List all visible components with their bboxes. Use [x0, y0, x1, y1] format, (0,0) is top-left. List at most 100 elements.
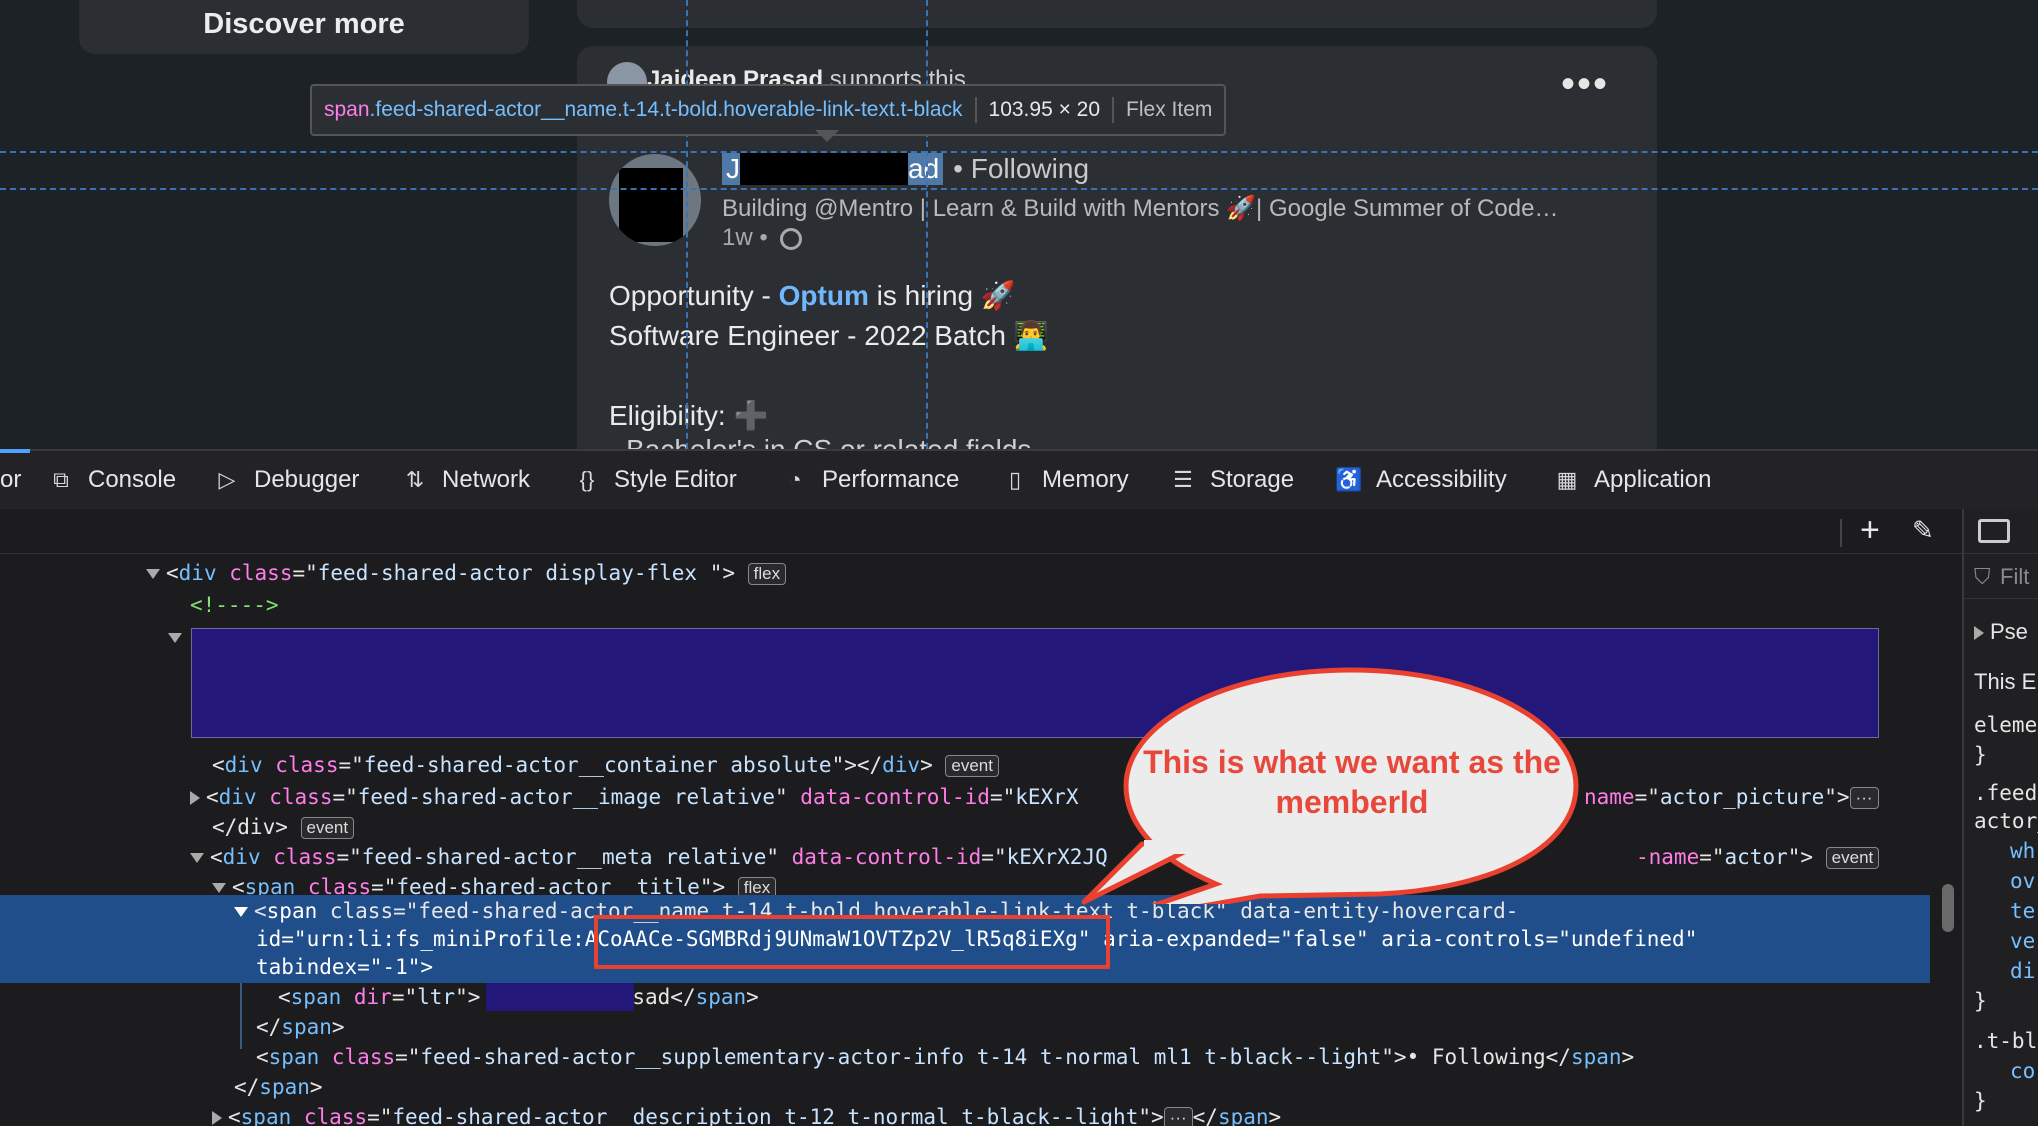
css-property[interactable]: wh: [2010, 839, 2035, 863]
post-line-3: Eligibility: ➕: [609, 396, 1049, 436]
ellipsis-badge[interactable]: ···: [1163, 1107, 1193, 1126]
active-tab-indicator: [0, 449, 30, 453]
ellipsis-badge[interactable]: ···: [1849, 787, 1879, 809]
hovercard-id-prefix: id="urn:li:fs_miniProfile:: [256, 927, 585, 951]
attr-value: feed-shared-actor__image relative: [357, 785, 775, 809]
markup-close-span[interactable]: </span>: [234, 1073, 323, 1101]
markup-node-actor-image-tail[interactable]: name="actor_picture"> ···: [1584, 783, 1879, 811]
rule-selector[interactable]: actor_: [1974, 809, 2038, 833]
callout-text: This is what we want as the memberId: [1143, 744, 1561, 820]
tab-memory[interactable]: ▯ Memory: [1000, 465, 1129, 495]
pseudo-elements-toggle[interactable]: Pse: [1974, 619, 2028, 645]
rule-close: }: [1974, 1089, 1987, 1113]
actor-name-redaction: [740, 153, 908, 185]
flex-badge[interactable]: flex: [747, 563, 787, 585]
highlight-guide-bottom: [0, 188, 2038, 190]
markup-node-actor-meta-tail[interactable]: -name="actor"> event: [1636, 843, 1880, 871]
css-property[interactable]: ov: [2010, 869, 2035, 893]
collapse-arrow-icon[interactable]: [234, 907, 248, 917]
attr-value: actor: [1724, 845, 1788, 869]
attr-tail: " aria-expanded="false" aria-controls="u…: [1077, 927, 1698, 951]
tree-guide: [240, 983, 242, 1049]
console-icon: ⧉: [53, 467, 69, 492]
markup-node-supplementary-info[interactable]: <span class="feed-shared-actor__suppleme…: [256, 1043, 1634, 1071]
markup-close-span[interactable]: </span>: [256, 1013, 345, 1041]
css-property[interactable]: co: [2010, 1059, 2035, 1083]
actor-name-highlight[interactable]: Jad: [722, 153, 944, 185]
markup-node-actor-name-line3[interactable]: tabindex="-1">: [256, 953, 433, 981]
attr-value: kEXrX: [1015, 785, 1079, 809]
markup-node-feed-shared-actor[interactable]: <div class="feed-shared-actor display-fl…: [146, 559, 787, 587]
tab-storage[interactable]: ☰ Storage: [1168, 465, 1294, 495]
css-property[interactable]: di: [2010, 959, 2035, 983]
event-badge[interactable]: event: [300, 817, 355, 839]
rule-selector[interactable]: .t-bl: [1974, 1029, 2037, 1053]
attr-name: name: [1584, 785, 1635, 809]
add-node-icon[interactable]: +: [1860, 511, 1880, 550]
element-rule[interactable]: eleme: [1974, 713, 2037, 737]
event-badge[interactable]: event: [945, 755, 999, 777]
filter-bar[interactable]: ⛉ Filt: [1964, 553, 2038, 599]
name-tail: sad: [632, 985, 671, 1009]
collapse-arrow-icon[interactable]: [212, 883, 226, 893]
collapse-arrow-icon[interactable]: [190, 853, 204, 863]
actor-name-start: J: [726, 153, 740, 184]
post-line-blank: [609, 356, 1049, 396]
tab-network[interactable]: ⇅ Network: [400, 465, 530, 495]
tab-inspector[interactable]: or: [0, 465, 21, 495]
markup-close-div[interactable]: </div> event: [212, 813, 355, 841]
previous-feed-card: [577, 0, 1657, 28]
markup-node-actor-container[interactable]: <div class="feed-shared-actor__container…: [212, 751, 999, 779]
css-property[interactable]: ve: [2010, 929, 2035, 953]
network-icon: ⇅: [405, 467, 425, 492]
actor-name-end: ad: [908, 153, 940, 184]
more-horizontal-icon[interactable]: •••: [1561, 64, 1609, 104]
tooltip-kind: Flex Item: [1126, 98, 1213, 121]
tab-style-editor[interactable]: {} Style Editor: [572, 465, 737, 495]
filter-input[interactable]: Filt: [2000, 564, 2029, 590]
collapse-arrow-icon[interactable]: [146, 569, 160, 579]
tab-accessibility[interactable]: ♿ Accessibility: [1334, 465, 1506, 495]
rule-selector[interactable]: .feed: [1974, 781, 2037, 805]
tab-debugger[interactable]: ▷ Debugger: [212, 465, 360, 495]
collapse-arrow-icon[interactable]: [168, 623, 188, 651]
markup-node-actor-image[interactable]: <div class="feed-shared-actor__image rel…: [190, 783, 1078, 811]
eyedropper-icon[interactable]: ✎: [1912, 515, 1934, 546]
optum-link[interactable]: Optum: [779, 280, 869, 311]
performance-icon: ◔: [788, 467, 802, 492]
avatar-redaction: [619, 168, 683, 242]
inspector-tooltip: span .feed-shared-actor__name.t-14.t-bold…: [310, 84, 1227, 136]
event-badge[interactable]: event: [1825, 847, 1880, 869]
markup-scrollbar[interactable]: [1942, 884, 1954, 932]
post-time: 1w •: [722, 224, 768, 251]
tooltip-arrow: [815, 130, 839, 142]
pseudo-label: Pse: [1990, 619, 2028, 644]
tab-performance[interactable]: ◔ Performance: [780, 465, 959, 495]
storage-icon: ☰: [1173, 467, 1193, 492]
highlight-guide-left: [686, 0, 688, 449]
css-property[interactable]: te: [2010, 899, 2035, 923]
expand-arrow-icon[interactable]: [190, 791, 200, 805]
attr-value: feed-shared-actor__description t-12 t-no…: [392, 1105, 1139, 1126]
tab-label: Application: [1594, 466, 1712, 493]
discover-more-label: Discover more: [203, 8, 405, 40]
markup-view: + ✎ <div class="feed-shared-actor displa…: [0, 509, 1962, 1126]
rules-sidebar: ⛉ Filt Pse This E eleme } .feed actor_ w…: [1962, 509, 2038, 1126]
tooltip-dimensions: 103.95 × 20: [988, 98, 1101, 121]
post-line-1-suffix: is hiring 🚀: [868, 280, 1016, 311]
close-tag: </div>: [212, 815, 288, 839]
tab-label: or: [0, 466, 22, 493]
actor-name-row: Jad • Following: [722, 153, 1089, 185]
name-redaction: [486, 983, 634, 1011]
devtools-tab-bar: or ⧉ Console ▷ Debugger ⇅ Network {} Style E…: [0, 449, 2038, 511]
member-id-highlight-box: [594, 915, 1110, 969]
markup-comment[interactable]: <!---->: [190, 591, 279, 619]
discover-more-button[interactable]: Discover more: [79, 0, 529, 54]
markup-node-actor-meta[interactable]: <div class="feed-shared-actor__meta rela…: [190, 843, 1108, 871]
expand-arrow-icon[interactable]: [212, 1111, 222, 1125]
markup-node-actor-description[interactable]: <span class="feed-shared-actor__descript…: [212, 1103, 1281, 1126]
tab-application[interactable]: ▦ Application: [1552, 465, 1712, 495]
redacted-node: [191, 628, 1879, 738]
tab-console[interactable]: ⧉ Console: [46, 465, 176, 495]
sidebar-toggle-icon[interactable]: [1978, 519, 2010, 543]
